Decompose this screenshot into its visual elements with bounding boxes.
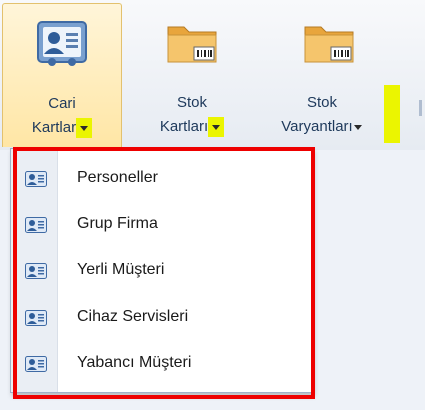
menu-item-yerli-musteri[interactable]: Yerli Müşteri: [11, 249, 311, 293]
dropdown-arrow-icon[interactable]: [208, 117, 225, 138]
contact-card-icon: [34, 18, 90, 74]
stok-kartlari-label: Stok Kartları: [132, 91, 252, 139]
button-label-line2: Kartları: [159, 118, 209, 135]
contact-card-icon: [25, 171, 47, 191]
menu-item-yabanci-musteri[interactable]: Yabancı Müşteri: [11, 342, 311, 386]
contact-card-icon: [25, 217, 47, 237]
menu-item-label: Yabancı Müşteri: [77, 354, 192, 371]
menu-item-personeller[interactable]: Personeller: [11, 157, 311, 201]
ribbon-separator: [419, 100, 422, 116]
menu-item-label: Cihaz Servisleri: [77, 308, 189, 325]
button-label-line1: Cari: [48, 95, 76, 112]
cari-kartlar-label: Cari Kartlar: [3, 92, 121, 140]
menu-item-grup-firma[interactable]: Grup Firma: [11, 203, 311, 247]
menu-item-label: Yerli Müşteri: [77, 261, 165, 278]
stok-varyantlari-label: Stok Varyantları: [262, 91, 382, 139]
cari-kartlar-dropdown-menu: Personeller Grup Firma Yerli Müşteri Cih…: [10, 148, 312, 393]
arrow-highlight: [384, 85, 400, 143]
menu-item-label: Personeller: [77, 169, 158, 186]
dropdown-arrow-icon[interactable]: [353, 121, 363, 133]
stok-varyantlari-button[interactable]: Stok Varyantları: [262, 3, 410, 147]
contact-card-icon: [25, 310, 47, 330]
cari-kartlar-button[interactable]: Cari Kartlar: [2, 3, 122, 147]
contact-card-icon: [25, 356, 47, 376]
folder-barcode-icon: [301, 17, 357, 73]
button-label-line2: Varyantları: [281, 118, 353, 135]
folder-barcode-icon: [164, 17, 220, 73]
button-label-line1: Stok: [176, 94, 207, 111]
dropdown-arrow-icon[interactable]: [76, 118, 93, 139]
stok-kartlari-button[interactable]: Stok Kartları: [132, 3, 252, 147]
button-label-line1: Stok: [306, 94, 337, 111]
contact-card-icon: [25, 263, 47, 283]
button-label-line2: Kartlar: [31, 119, 77, 136]
menu-item-cihaz-servisleri[interactable]: Cihaz Servisleri: [11, 296, 311, 340]
menu-item-label: Grup Firma: [77, 215, 158, 232]
